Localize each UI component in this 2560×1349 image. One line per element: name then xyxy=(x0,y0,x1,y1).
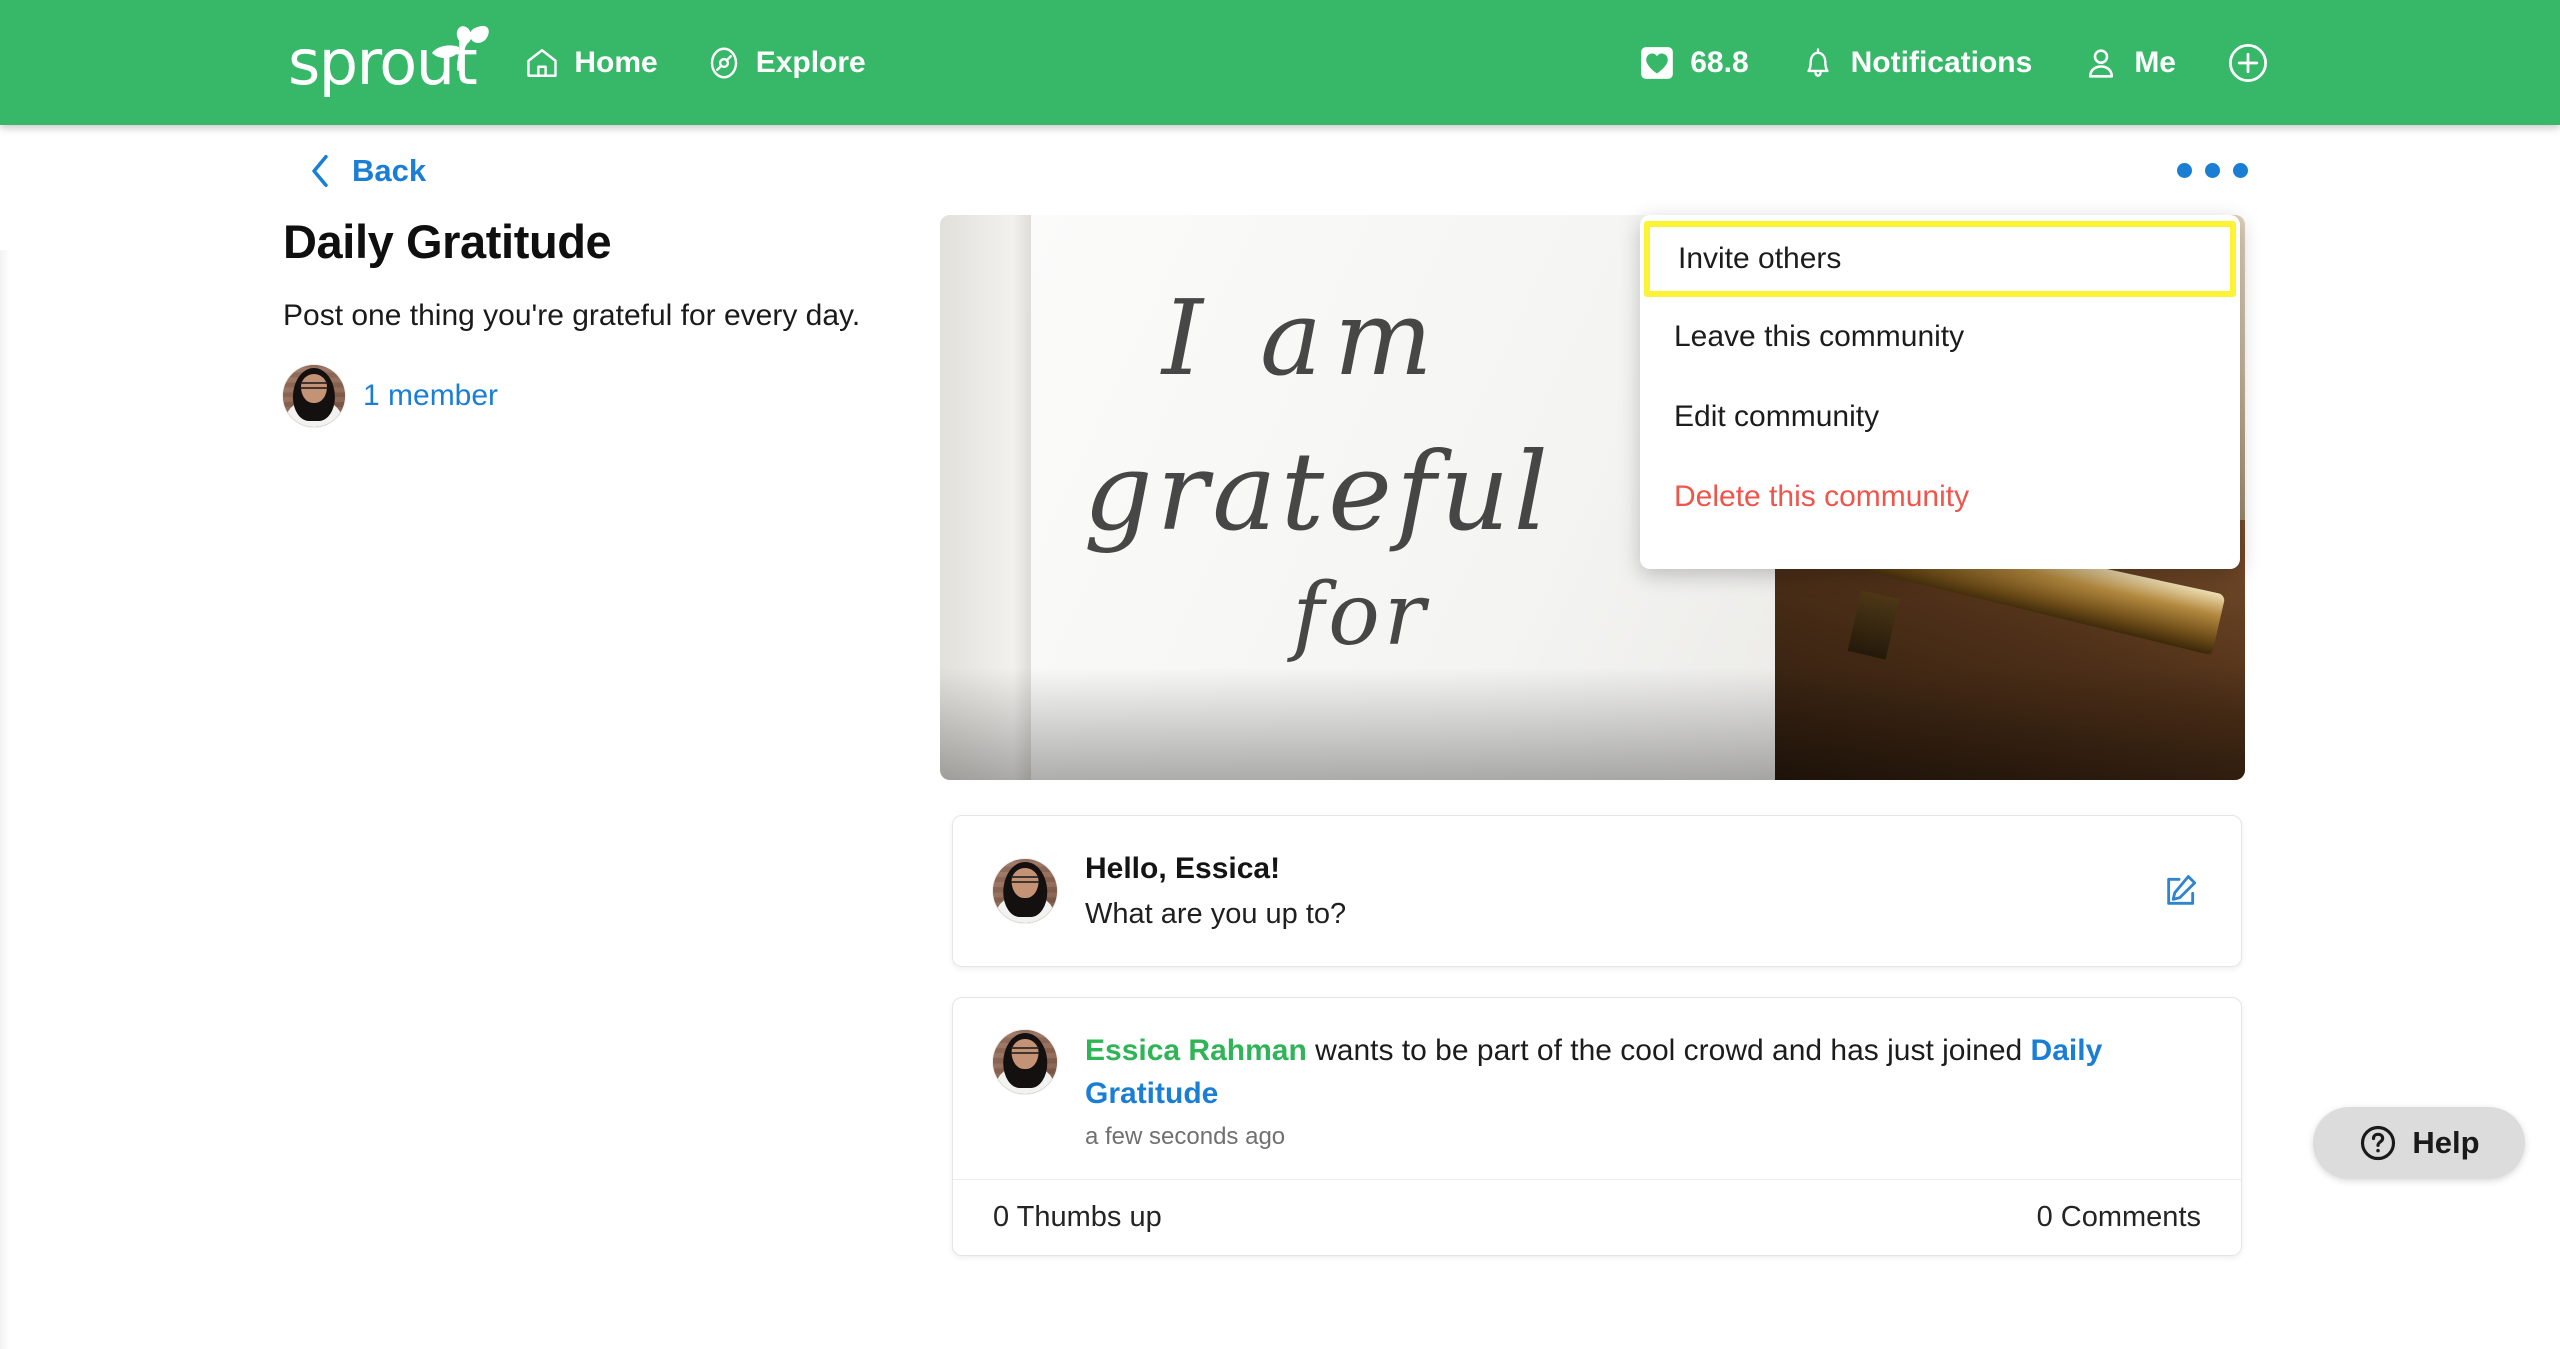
chevron-left-icon xyxy=(312,154,328,188)
nav-item-me-label: Me xyxy=(2134,45,2176,79)
hero-handwriting-line-2: grateful xyxy=(1083,429,1553,555)
activity-stats-row: 0 Thumbs up 0 Comments xyxy=(953,1179,2241,1255)
more-options-dot xyxy=(2233,163,2248,178)
menu-item-delete-community[interactable]: Delete this community xyxy=(1640,457,2240,537)
person-icon xyxy=(2089,48,2114,78)
header-left-group: sprout Home Explore xyxy=(288,19,866,107)
nav-item-explore-label: Explore xyxy=(755,45,866,79)
compose-prompt: What are you up to? xyxy=(1085,897,1347,930)
heart-badge-icon xyxy=(1641,46,1674,79)
activity-card-inner: Essica Rahman wants to be part of the co… xyxy=(953,998,2241,1151)
avatar xyxy=(283,365,345,428)
plus-circle-icon xyxy=(2229,43,2267,82)
activity-message: Essica Rahman wants to be part of the co… xyxy=(1085,1030,2190,1115)
sprout-leaf-icon xyxy=(432,25,489,71)
create-post-button[interactable] xyxy=(2226,41,2270,85)
top-navigation-bar: sprout Home Explore 68.8 Notifications M… xyxy=(0,0,2560,125)
karma-value: 68.8 xyxy=(1690,45,1749,79)
menu-item-edit-community-label: Edit community xyxy=(1674,400,1880,433)
hero-bottom-shadow xyxy=(940,667,2245,780)
menu-item-edit-community[interactable]: Edit community xyxy=(1640,377,2240,457)
nav-item-home-label: Home xyxy=(574,45,658,79)
activity-text-block: Essica Rahman wants to be part of the co… xyxy=(1085,1030,2190,1151)
compass-icon xyxy=(710,47,737,78)
community-options-menu: Invite others Leave this community Edit … xyxy=(1640,215,2240,569)
avatar[interactable] xyxy=(993,1030,1057,1094)
activity-message-middle: wants to be part of the cool crowd and h… xyxy=(1306,1034,2031,1067)
help-button-label: Help xyxy=(2412,1125,2480,1160)
back-button[interactable]: Back xyxy=(305,152,426,190)
edit-pencil-icon xyxy=(2167,875,2197,905)
nav-item-notifications-label: Notifications xyxy=(1850,45,2033,79)
avatar-glasses xyxy=(1010,876,1040,884)
hero-handwriting-line-1: I am xyxy=(1161,277,1445,400)
bell-icon xyxy=(1806,47,1829,77)
activity-post-card: Essica Rahman wants to be part of the co… xyxy=(952,997,2242,1257)
hero-handwriting-line-3: for xyxy=(1292,565,1430,666)
member-count-link[interactable]: 1 member xyxy=(363,379,498,413)
comments-count[interactable]: 0 Comments xyxy=(2037,1201,2201,1234)
more-options-dot xyxy=(2177,163,2192,178)
compose-card[interactable]: Hello, Essica! What are you up to? xyxy=(952,815,2242,967)
nav-item-me[interactable]: Me xyxy=(2082,44,2176,82)
menu-item-invite-others-label: Invite others xyxy=(1678,242,1842,275)
header-right-group: 68.8 Notifications Me xyxy=(1588,41,2270,85)
menu-item-leave-community-label: Leave this community xyxy=(1674,320,1965,353)
activity-author-link[interactable]: Essica Rahman xyxy=(1085,1034,1307,1067)
more-options-dot xyxy=(2205,163,2220,178)
question-circle-icon xyxy=(2361,1125,2396,1161)
page-left-edge-shadow xyxy=(0,250,10,1349)
avatar-glasses xyxy=(300,381,328,389)
thumbs-up-count[interactable]: 0 Thumbs up xyxy=(993,1201,1162,1234)
community-info-panel: Daily Gratitude Post one thing you're gr… xyxy=(283,215,903,428)
menu-item-invite-others[interactable]: Invite others xyxy=(1644,221,2236,297)
compose-text-block: Hello, Essica! What are you up to? xyxy=(1085,850,1346,932)
avatar-glasses xyxy=(1010,1047,1040,1055)
activity-timestamp: a few seconds ago xyxy=(1085,1123,1286,1151)
community-description: Post one thing you're grateful for every… xyxy=(283,299,861,333)
back-button-label: Back xyxy=(352,153,427,188)
menu-item-delete-community-label: Delete this community xyxy=(1674,480,1970,513)
karma-points[interactable]: 68.8 xyxy=(1638,44,1749,82)
page-title: Daily Gratitude xyxy=(283,215,612,268)
nav-item-home[interactable]: Home xyxy=(524,45,658,81)
compose-edit-button[interactable] xyxy=(2161,871,2201,911)
compose-greeting: Hello, Essica! xyxy=(1085,852,1281,886)
nav-item-notifications[interactable]: Notifications xyxy=(1799,44,2033,82)
page-content: Back Daily Gratitude Post one thing you'… xyxy=(0,125,2560,1349)
more-options-button[interactable] xyxy=(2177,163,2248,178)
avatar xyxy=(993,859,1057,923)
sprout-logo[interactable]: sprout xyxy=(288,19,489,107)
home-icon xyxy=(527,48,558,77)
compose-card-inner: Hello, Essica! What are you up to? xyxy=(953,816,2241,966)
nav-item-explore[interactable]: Explore xyxy=(706,45,866,81)
help-button[interactable]: Help xyxy=(2313,1107,2525,1179)
menu-item-leave-community[interactable]: Leave this community xyxy=(1640,297,2240,377)
member-summary-row[interactable]: 1 member xyxy=(283,365,903,428)
